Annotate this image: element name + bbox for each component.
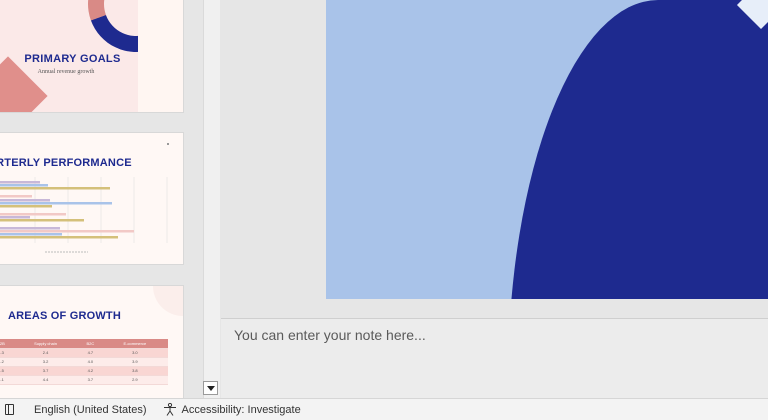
arch-shape[interactable] — [508, 0, 768, 299]
table-cell: 3.9 — [101, 357, 168, 367]
slide-thumbnail-primary-goals[interactable]: PRIMARY GOALS Annual revenue growth — [0, 0, 183, 112]
spelling-book-icon[interactable] — [5, 404, 14, 415]
table-row: 4.5 3.7 4.2 3.8 — [0, 366, 168, 376]
growth-table: B2B Supply chain B2C E-commerce 4.3 2.4 … — [0, 339, 168, 385]
table-cell: Supply chain — [12, 339, 80, 349]
table-cell: 4.2 — [0, 357, 13, 367]
bar-chart-thumbnail — [0, 177, 168, 253]
table-cell: 4.7 — [79, 348, 102, 358]
slide-thumbnail-areas-of-growth[interactable]: AREAS OF GROWTH B2B Supply chain B2C E-c… — [0, 286, 183, 398]
accessibility-button[interactable]: Accessibility: Investigate — [163, 403, 301, 416]
slide-title: ARTERLY PERFORMANCE — [0, 157, 132, 169]
slide-thumbnail-quarterly-performance[interactable]: ARTERLY PERFORMANCE — [0, 133, 183, 264]
table-cell: 3.0 — [101, 348, 168, 358]
table-header-row: B2B Supply chain B2C E-commerce — [0, 339, 168, 349]
slide-thumbnail-pane[interactable]: PRIMARY GOALS Annual revenue growth ARTE… — [0, 0, 203, 398]
slide-subtitle: Annual revenue growth — [37, 69, 95, 75]
table-cell: B2C — [79, 339, 102, 349]
presentation-app: PRIMARY GOALS Annual revenue growth ARTE… — [0, 0, 768, 420]
slide-editor[interactable] — [221, 0, 768, 318]
table-cell: E-commerce — [101, 339, 168, 349]
accessibility-icon — [163, 403, 176, 416]
table-cell: 4.3 — [0, 348, 13, 358]
notes-placeholder[interactable]: You can enter your note here... — [234, 327, 426, 343]
slide-title: AREAS OF GROWTH — [8, 310, 121, 322]
table-row: 4.3 2.4 4.7 3.0 — [0, 348, 168, 358]
thumbnail-scrollbar[interactable] — [203, 0, 220, 398]
triangle-down-icon — [206, 385, 215, 391]
slide-number-mark — [167, 143, 169, 145]
notes-pane[interactable]: You can enter your note here... — [221, 318, 768, 398]
table-cell: 4.5 — [0, 366, 13, 376]
table-cell: B2B — [0, 339, 13, 349]
table-cell: 2.9 — [101, 375, 168, 385]
table-cell: 4.0 — [79, 357, 102, 367]
slide-title: PRIMARY GOALS — [24, 53, 121, 65]
current-slide-canvas[interactable] — [326, 0, 768, 299]
table-cell: 3.7 — [12, 366, 80, 376]
table-cell: 4.2 — [79, 366, 102, 376]
scroll-down-button[interactable] — [203, 381, 218, 395]
table-cell: 4.4 — [12, 375, 80, 385]
accessibility-label: Accessibility: Investigate — [181, 403, 301, 416]
table-cell: 4.1 — [0, 375, 13, 385]
table-cell: 3.7 — [79, 375, 102, 385]
corner-shape — [153, 286, 183, 316]
table-row: 4.2 3.2 4.0 3.9 — [0, 357, 168, 367]
table-row: 4.1 4.4 3.7 2.9 — [0, 375, 168, 385]
language-indicator[interactable]: English (United States) — [34, 404, 147, 416]
table-cell: 2.4 — [12, 348, 80, 358]
table-cell: 3.2 — [12, 357, 80, 367]
table-cell: 3.8 — [101, 366, 168, 376]
status-bar: English (United States) Accessibility: I… — [0, 398, 768, 420]
